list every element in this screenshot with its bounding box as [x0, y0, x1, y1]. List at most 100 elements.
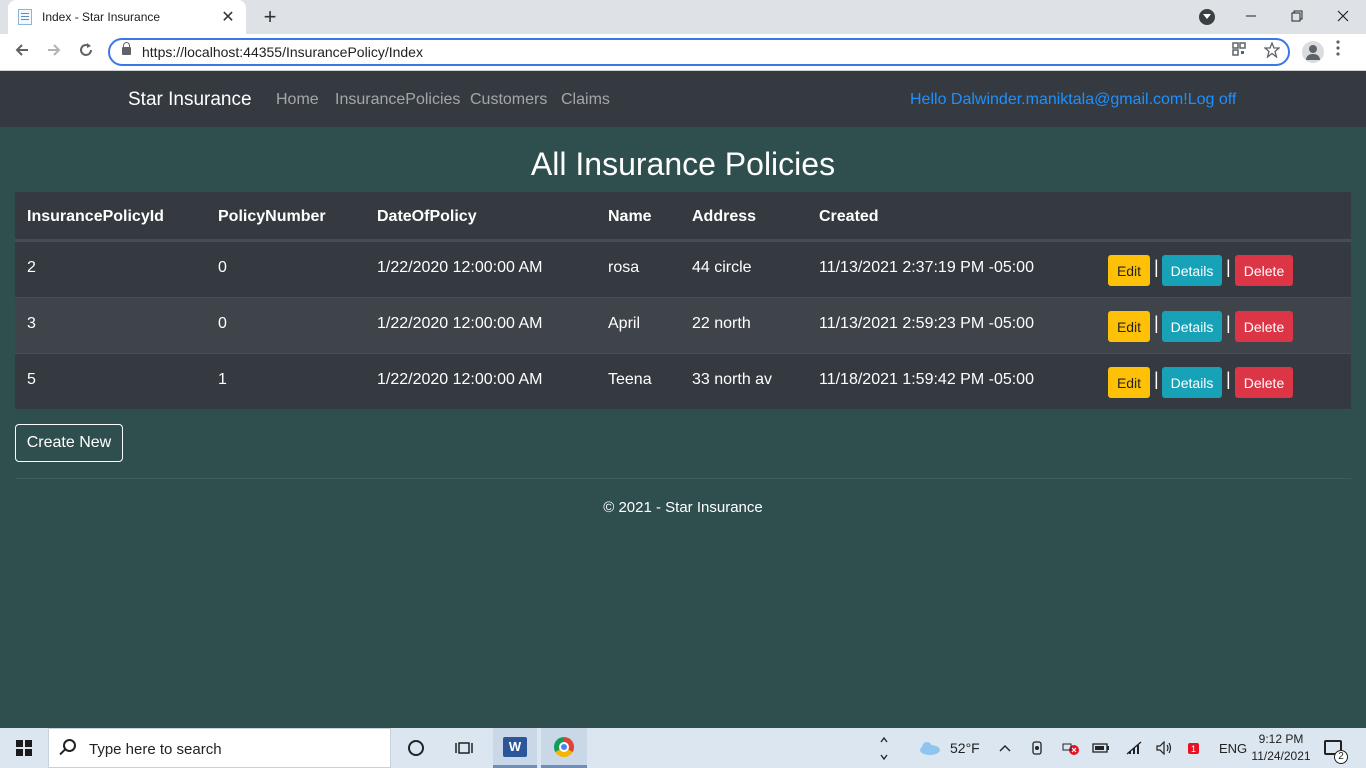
clock-date: 11/24/2021: [1251, 749, 1311, 763]
cell-address: 33 north av: [692, 371, 773, 388]
column-header-policy-number: PolicyNumber: [218, 208, 326, 225]
action-separator: |: [1154, 369, 1159, 389]
nav-link-customers[interactable]: Customers: [470, 91, 547, 109]
column-header-address: Address: [692, 208, 757, 225]
cell-address: 44 circle: [692, 259, 752, 276]
minimize-button[interactable]: [1228, 0, 1274, 32]
action-separator: |: [1226, 257, 1231, 277]
tray-chevron-icon[interactable]: [998, 728, 1012, 768]
nav-link-insurance-policies[interactable]: InsurancePolicies: [335, 91, 460, 109]
cell-date: 1/22/2020 12:00:00 AM: [377, 315, 543, 332]
details-button[interactable]: Details: [1162, 367, 1222, 398]
cortana-icon[interactable]: [404, 728, 428, 768]
forward-button[interactable]: [42, 40, 66, 64]
nav-link-claims[interactable]: Claims: [561, 91, 610, 109]
reload-icon: [80, 43, 92, 56]
back-arrow-icon: [15, 44, 28, 56]
weather-temperature: 52°F: [950, 740, 980, 756]
weather-widget[interactable]: 52°F: [918, 728, 980, 768]
edit-button[interactable]: Edit: [1108, 367, 1150, 398]
action-separator: |: [1226, 369, 1231, 389]
lock-icon: [122, 42, 131, 55]
bookmark-star-icon[interactable]: [1263, 41, 1281, 62]
cell-date: 1/22/2020 12:00:00 AM: [377, 259, 543, 276]
delete-button[interactable]: Delete: [1235, 255, 1293, 286]
edit-button[interactable]: Edit: [1108, 255, 1150, 286]
battery-icon[interactable]: [1092, 728, 1110, 768]
minimize-icon: [1246, 15, 1256, 17]
column-header-name: Name: [608, 208, 652, 225]
profile-avatar-icon[interactable]: [1302, 41, 1324, 63]
restore-button[interactable]: [1274, 0, 1320, 32]
word-app-icon[interactable]: W: [493, 728, 537, 768]
table-row: 5 1 1/22/2020 12:00:00 AM Teena 33 north…: [15, 353, 1351, 409]
cell-address: 22 north: [692, 315, 751, 332]
cell-name: April: [608, 315, 641, 332]
cell-policy-number: 0: [218, 259, 227, 276]
column-header-id: InsurancePolicyId: [27, 208, 164, 225]
greeting-link[interactable]: Hello Dalwinder.maniktala@gmail.com!: [910, 91, 1188, 108]
delete-button[interactable]: Delete: [1235, 367, 1293, 398]
language-indicator[interactable]: ENG: [1219, 728, 1247, 768]
navbar-brand[interactable]: Star Insurance: [128, 89, 252, 111]
windows-start-icon[interactable]: [16, 740, 32, 756]
notification-app-icon[interactable]: 1: [1187, 728, 1201, 768]
task-view-icon[interactable]: [452, 728, 476, 768]
footer-divider: [15, 478, 1351, 479]
page-footer: © 2021 - Star Insurance: [603, 499, 763, 516]
meet-icon[interactable]: [1030, 728, 1046, 768]
table-header: InsurancePolicyId PolicyNumber DateOfPol…: [15, 192, 1351, 241]
cell-created: 11/18/2021 1:59:42 PM -05:00: [819, 371, 1034, 388]
network-error-icon[interactable]: [1062, 728, 1080, 768]
cloud-icon: [920, 742, 940, 755]
create-new-button[interactable]: Create New: [15, 424, 123, 462]
notification-count-badge: 2: [1334, 750, 1348, 764]
policies-table: InsurancePolicyId PolicyNumber DateOfPol…: [15, 192, 1351, 409]
back-button[interactable]: [10, 40, 34, 64]
cell-policy-number: 0: [218, 315, 227, 332]
cell-name: rosa: [608, 259, 640, 276]
column-header-date: DateOfPolicy: [377, 208, 477, 225]
cell-date: 1/22/2020 12:00:00 AM: [377, 371, 543, 388]
forward-arrow-icon: [48, 44, 61, 56]
site-navbar: Star Insurance Home InsurancePolicies Cu…: [0, 71, 1366, 127]
table-row: 2 0 1/22/2020 12:00:00 AM rosa 44 circle…: [15, 241, 1351, 297]
system-clock[interactable]: 9:12 PM 11/24/2021: [1244, 731, 1318, 765]
new-tab-button[interactable]: +: [258, 5, 282, 29]
details-button[interactable]: Details: [1162, 255, 1222, 286]
action-separator: |: [1226, 313, 1231, 333]
volume-icon[interactable]: [1156, 728, 1174, 768]
page-title: All Insurance Policies: [530, 146, 836, 182]
edit-button[interactable]: Edit: [1108, 311, 1150, 342]
logout-link[interactable]: Log off: [1188, 91, 1237, 108]
cell-policy-number: 1: [218, 371, 227, 388]
action-separator: |: [1154, 257, 1159, 277]
browser-tab[interactable]: Index - Star Insurance ✕: [8, 0, 246, 34]
nav-link-home[interactable]: Home: [276, 91, 319, 109]
wifi-icon[interactable]: [1126, 728, 1142, 768]
tab-search-icon[interactable]: [1199, 9, 1215, 25]
page-favicon-icon: [18, 9, 32, 25]
cell-created: 11/13/2021 2:59:23 PM -05:00: [819, 315, 1034, 332]
svg-text:1: 1: [1191, 744, 1196, 754]
column-header-created: Created: [819, 208, 879, 225]
cell-id: 5: [27, 371, 36, 388]
chrome-app-icon[interactable]: [541, 728, 587, 768]
browser-toolbar: https://localhost:44355/InsurancePolicy/…: [0, 34, 1366, 71]
taskbar-search-box[interactable]: Type here to search: [48, 728, 391, 768]
tab-title: Index - Star Insurance: [42, 10, 161, 24]
browser-menu-icon[interactable]: [1336, 40, 1340, 61]
search-placeholder: Type here to search: [89, 741, 222, 758]
cell-id: 3: [27, 315, 36, 332]
windows-taskbar: Type here to search W 52°F 1 ENG 9:12 PM…: [0, 728, 1366, 768]
reload-button[interactable]: [74, 40, 98, 64]
details-button[interactable]: Details: [1162, 311, 1222, 342]
close-icon: [1337, 10, 1349, 22]
close-tab-icon[interactable]: ✕: [220, 7, 236, 27]
qr-code-icon[interactable]: [1232, 42, 1246, 60]
taskbar-scroll-icon[interactable]: [876, 728, 892, 768]
close-window-button[interactable]: [1320, 0, 1366, 32]
address-bar[interactable]: https://localhost:44355/InsurancePolicy/…: [108, 38, 1290, 66]
delete-button[interactable]: Delete: [1235, 311, 1293, 342]
action-separator: |: [1154, 313, 1159, 333]
